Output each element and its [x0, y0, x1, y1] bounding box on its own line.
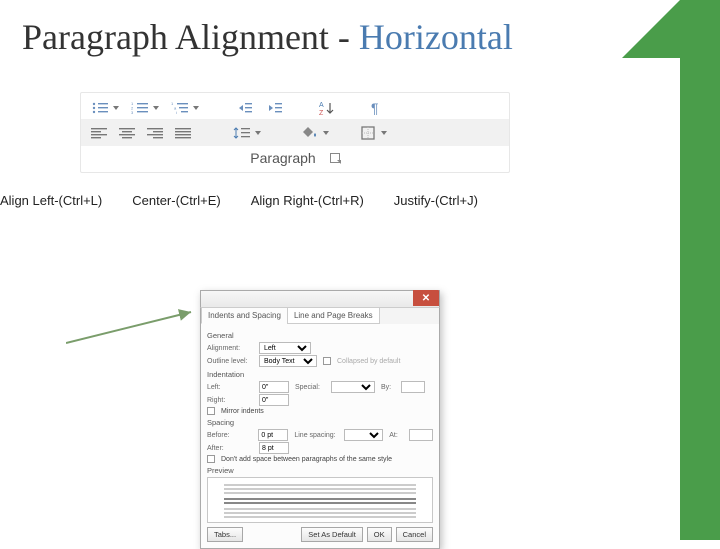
ribbon-group-label: Paragraph [250, 150, 315, 166]
outline-select[interactable]: Body Text [259, 355, 317, 367]
mirror-label: Mirror indents [221, 408, 264, 415]
decrease-indent-icon[interactable] [235, 101, 253, 115]
at-label: At: [389, 432, 403, 439]
slide-title: Paragraph Alignment - Horizontal [0, 0, 720, 64]
noadd-checkbox[interactable] [207, 455, 215, 463]
after-input[interactable] [259, 442, 289, 454]
tab-line-page-breaks[interactable]: Line and Page Breaks [287, 308, 380, 324]
section-preview: Preview [207, 466, 433, 475]
paragraph-ribbon-group: 123 1ai AZ ¶ [80, 92, 510, 173]
indent-left-label: Left: [207, 384, 253, 391]
title-sub: Horizontal [359, 17, 513, 57]
collapsed-label: Collapsed by default [337, 358, 400, 365]
by-label: By: [381, 384, 395, 391]
section-spacing: Spacing [207, 418, 433, 427]
slide-accent-bar [680, 0, 720, 540]
close-icon[interactable]: ✕ [413, 290, 439, 306]
svg-text:A: A [319, 102, 324, 109]
outline-label: Outline level: [207, 358, 253, 365]
before-label: Before: [207, 432, 252, 439]
section-general: General [207, 331, 433, 340]
numbering-icon[interactable]: 123 [131, 101, 159, 115]
by-input[interactable] [401, 381, 425, 393]
align-left-icon[interactable] [91, 127, 107, 139]
shortcut-align-right: Align Right-(Ctrl+R) [251, 193, 364, 208]
indent-right-input[interactable] [259, 394, 289, 406]
shortcut-justify: Justify-(Ctrl+J) [394, 193, 478, 208]
preview-box [207, 477, 433, 523]
justify-icon[interactable] [175, 127, 191, 139]
after-label: After: [207, 445, 253, 452]
before-input[interactable] [258, 429, 288, 441]
section-indentation: Indentation [207, 370, 433, 379]
mirror-checkbox[interactable] [207, 407, 215, 415]
callout-arrow [66, 308, 196, 348]
shortcut-row: Align Left-(Ctrl+L) Center-(Ctrl+E) Alig… [0, 173, 720, 208]
slide-accent-corner [622, 0, 680, 58]
paragraph-dialog: ✕ Indents and Spacing Line and Page Brea… [200, 290, 440, 549]
align-center-icon[interactable] [119, 127, 135, 139]
svg-text:i: i [176, 110, 177, 115]
linespacing-select[interactable] [344, 429, 383, 441]
collapsed-checkbox[interactable] [323, 357, 331, 365]
alignment-select[interactable]: Left [259, 342, 311, 354]
shortcut-center: Center-(Ctrl+E) [132, 193, 221, 208]
noadd-label: Don't add space between paragraphs of th… [221, 456, 392, 463]
at-input[interactable] [409, 429, 433, 441]
svg-text:3: 3 [131, 110, 134, 115]
tab-indents-spacing[interactable]: Indents and Spacing [201, 308, 288, 324]
indent-right-label: Right: [207, 397, 253, 404]
dialog-titlebar: ✕ [200, 290, 440, 308]
align-right-icon[interactable] [147, 127, 163, 139]
shortcut-align-left: Align Left-(Ctrl+L) [0, 193, 102, 208]
title-main: Paragraph Alignment - [22, 17, 359, 57]
svg-text:Z: Z [319, 110, 324, 115]
dialog-launcher-icon[interactable] [330, 153, 340, 163]
line-spacing-icon[interactable] [233, 126, 261, 140]
linespacing-label: Line spacing: [294, 432, 337, 439]
special-label: Special: [295, 384, 325, 391]
special-select[interactable] [331, 381, 375, 393]
increase-indent-icon[interactable] [265, 101, 283, 115]
alignment-label: Alignment: [207, 345, 253, 352]
svg-text:¶: ¶ [371, 101, 379, 115]
sort-icon[interactable]: AZ [319, 101, 335, 115]
bullets-icon[interactable] [91, 101, 119, 115]
indent-left-input[interactable] [259, 381, 289, 393]
shading-icon[interactable] [303, 126, 329, 140]
multilevel-list-icon[interactable]: 1ai [171, 101, 199, 115]
show-hide-icon[interactable]: ¶ [371, 101, 385, 115]
borders-icon[interactable] [361, 126, 387, 140]
